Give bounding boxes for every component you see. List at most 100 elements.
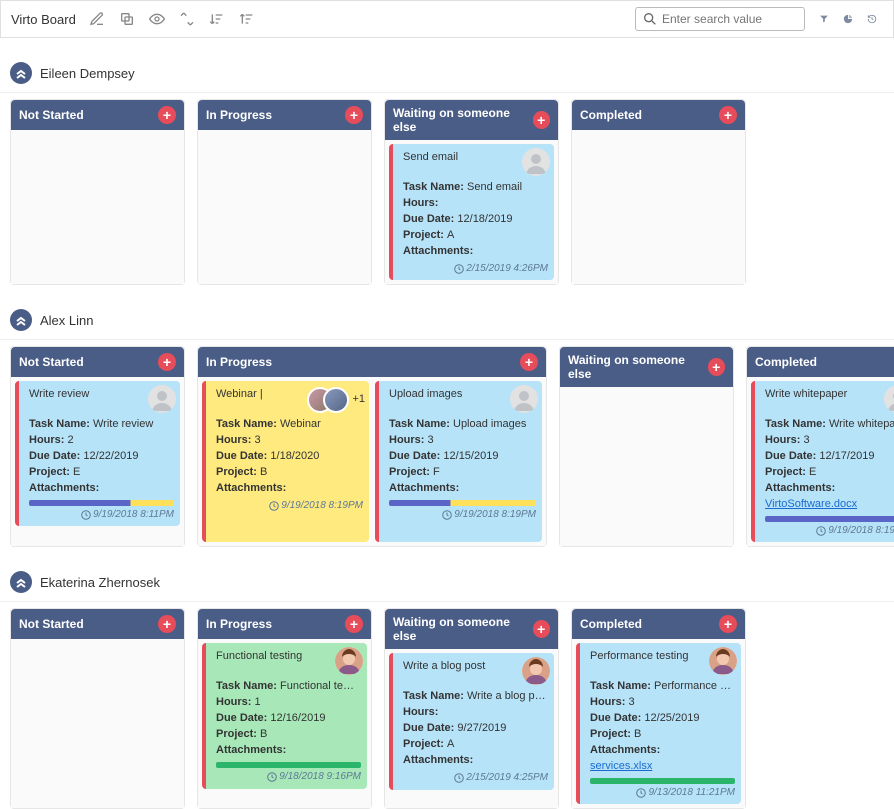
sort-desc-icon[interactable]: [236, 8, 258, 30]
task-card[interactable]: +1 Webinar | Task Name: Webinar Hours: 3…: [202, 381, 369, 542]
collapse-button[interactable]: [10, 571, 32, 593]
board-column: Waiting on someone else + Write a blog p…: [384, 608, 559, 809]
progress-bar: [590, 778, 735, 784]
edit-icon[interactable]: [86, 8, 108, 30]
column-body[interactable]: [11, 639, 184, 808]
board-column: Not Started +: [10, 99, 185, 285]
column-header: Completed +: [572, 609, 745, 639]
task-card[interactable]: Write a blog post Task Name: Write a blo…: [389, 653, 554, 789]
chevron-up-icon: [15, 67, 27, 79]
task-card[interactable]: Write review Task Name: Write review Hou…: [15, 381, 180, 526]
column-title: In Progress: [206, 355, 272, 369]
column-header: Waiting on someone else +: [385, 100, 558, 140]
card-timestamp: 9/18/2018 9:16PM: [216, 770, 361, 785]
column-body[interactable]: [198, 130, 371, 284]
card-timestamp: 9/13/2018 11:21PM: [590, 786, 735, 801]
search-icon: [642, 11, 658, 27]
add-card-button[interactable]: +: [719, 615, 737, 633]
copy-icon[interactable]: [116, 8, 138, 30]
swimlane: Alex Linn Not Started + Write review Tas…: [0, 305, 894, 547]
columns-row: Not Started + Write review Task Name: Wr…: [0, 340, 894, 547]
column-body[interactable]: Write review Task Name: Write review Hou…: [11, 377, 184, 546]
column-body[interactable]: Send email Task Name: Send email Hours: …: [385, 140, 558, 284]
add-card-button[interactable]: +: [158, 106, 176, 124]
card-timestamp: 2/15/2019 4:26PM: [403, 262, 548, 277]
collapse-expand-icon[interactable]: [176, 8, 198, 30]
column-header: In Progress +: [198, 347, 546, 377]
history-icon[interactable]: [861, 8, 883, 30]
card-fields: Task Name: Write review Hours: 2 Due Dat…: [29, 417, 174, 497]
task-card[interactable]: Upload images Task Name: Upload images H…: [375, 381, 542, 542]
column-title: Completed: [580, 617, 642, 631]
column-body[interactable]: Functional testing Task Name: Functional…: [198, 639, 371, 808]
progress-bar: [29, 500, 174, 506]
column-header: Not Started +: [11, 609, 184, 639]
toolbar-left-group: [86, 8, 258, 30]
filter-icon[interactable]: [813, 8, 835, 30]
progress-bar: [765, 516, 894, 522]
board-column: Completed + Performance testing Task Nam…: [571, 608, 746, 809]
avatar-icon: [323, 387, 349, 413]
swimlane-header: Eileen Dempsey: [0, 58, 894, 93]
card-timestamp: 2/15/2019 4:25PM: [403, 771, 548, 786]
add-card-button[interactable]: +: [719, 106, 737, 124]
swimlane-header: Alex Linn: [0, 305, 894, 340]
avatar-icon: [510, 385, 538, 413]
column-title: Waiting on someone else: [393, 615, 533, 643]
board-column: Completed +: [571, 99, 746, 285]
add-card-button[interactable]: +: [533, 620, 550, 638]
column-title: Waiting on someone else: [568, 353, 708, 381]
task-card[interactable]: Performance testing Task Name: Performan…: [576, 643, 741, 804]
add-card-button[interactable]: +: [520, 353, 538, 371]
search-input[interactable]: [662, 12, 798, 26]
column-header: Not Started +: [11, 100, 184, 130]
add-card-button[interactable]: +: [158, 353, 176, 371]
column-body[interactable]: +1 Webinar | Task Name: Webinar Hours: 3…: [198, 377, 546, 546]
columns-row: Not Started + In Progress + Functional t…: [0, 602, 894, 809]
add-card-button[interactable]: +: [158, 615, 176, 633]
column-title: Not Started: [19, 355, 84, 369]
collapse-button[interactable]: [10, 62, 32, 84]
search-box[interactable]: [635, 7, 805, 31]
board-column: Not Started + Write review Task Name: Wr…: [10, 346, 185, 547]
column-body[interactable]: Performance testing Task Name: Performan…: [572, 639, 745, 808]
add-card-button[interactable]: +: [533, 111, 550, 129]
column-title: Not Started: [19, 108, 84, 122]
chart-icon[interactable]: [837, 8, 859, 30]
column-body[interactable]: [560, 387, 733, 546]
add-card-button[interactable]: +: [708, 358, 725, 376]
attachment-link[interactable]: VirtoSoftware.docx: [765, 497, 894, 513]
collapse-button[interactable]: [10, 309, 32, 331]
board-column: In Progress +: [197, 99, 372, 285]
column-title: Completed: [580, 108, 642, 122]
column-body[interactable]: [572, 130, 745, 284]
eye-icon[interactable]: [146, 8, 168, 30]
swimlane-name: Eileen Dempsey: [40, 66, 135, 81]
column-header: Completed +: [747, 347, 894, 377]
attachment-link[interactable]: services.xlsx: [590, 759, 735, 775]
task-card[interactable]: Write whitepaper Task Name: Write whitep…: [751, 381, 894, 542]
task-card[interactable]: Send email Task Name: Send email Hours: …: [389, 144, 554, 280]
board-column: Not Started +: [10, 608, 185, 809]
column-body[interactable]: Write whitepaper Task Name: Write whitep…: [747, 377, 894, 546]
card-timestamp: 9/19/2018 8:19PM: [765, 524, 894, 539]
avatar-overflow-count: +1: [352, 392, 365, 408]
card-fields: Task Name: Write whitepa… Hours: 3 Due D…: [765, 417, 894, 513]
column-title: In Progress: [206, 617, 272, 631]
task-card[interactable]: Functional testing Task Name: Functional…: [202, 643, 367, 788]
column-header: Completed +: [572, 100, 745, 130]
chevron-up-icon: [15, 314, 27, 326]
card-fields: Task Name: Send email Hours: Due Date: 1…: [403, 180, 548, 260]
column-body[interactable]: [11, 130, 184, 284]
swimlane: Eileen Dempsey Not Started + In Progress…: [0, 58, 894, 285]
columns-row: Not Started + In Progress + Waiting on s…: [0, 93, 894, 285]
add-card-button[interactable]: +: [345, 106, 363, 124]
column-body[interactable]: Write a blog post Task Name: Write a blo…: [385, 649, 558, 808]
column-header: Waiting on someone else +: [385, 609, 558, 649]
add-card-button[interactable]: +: [345, 615, 363, 633]
board-title: Virto Board: [11, 12, 76, 27]
card-timestamp: 9/19/2018 8:11PM: [29, 508, 174, 523]
card-fields: Task Name: Write a blog p… Hours: Due Da…: [403, 689, 548, 769]
card-fields: Task Name: Performance … Hours: 3 Due Da…: [590, 679, 735, 775]
sort-asc-icon[interactable]: [206, 8, 228, 30]
